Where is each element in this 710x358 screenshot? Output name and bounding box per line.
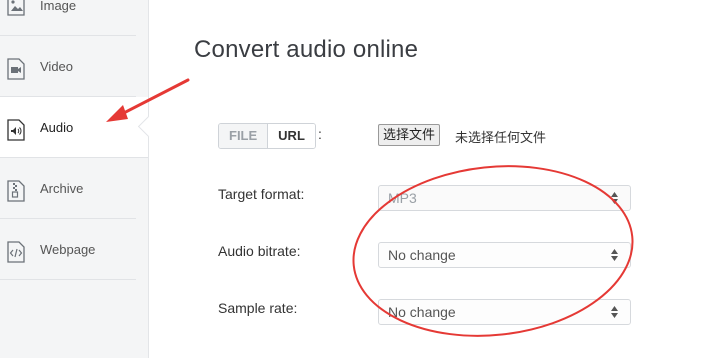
source-colon: : — [318, 126, 322, 142]
source-tabs: FILE URL — [218, 123, 316, 149]
sidebar-item-label: Video — [40, 58, 74, 74]
sidebar-item-archive[interactable]: Archive — [0, 158, 136, 219]
sidebar-item-video[interactable]: Video — [0, 36, 136, 97]
tab-url[interactable]: URL — [267, 124, 315, 148]
audio-bitrate-select[interactable]: No change — [378, 242, 631, 268]
page-title: Convert audio online — [194, 36, 419, 63]
sidebar-item-image[interactable]: Image — [0, 0, 136, 36]
image-file-icon — [7, 0, 25, 16]
sidebar-item-webpage[interactable]: Webpage — [0, 219, 136, 280]
select-arrows-icon — [611, 305, 618, 319]
audio-bitrate-label: Audio bitrate: — [218, 243, 301, 259]
select-value: No change — [388, 247, 456, 263]
file-status-text: 未选择任何文件 — [455, 130, 547, 145]
audio-file-icon — [7, 119, 25, 141]
sidebar-item-label: Audio — [40, 119, 74, 135]
archive-file-icon — [7, 180, 25, 202]
select-value: No change — [388, 304, 456, 320]
select-arrows-icon — [611, 191, 618, 205]
tab-file[interactable]: FILE — [219, 124, 268, 148]
sample-rate-label: Sample rate: — [218, 300, 298, 316]
choose-file-button[interactable]: 选择文件 — [378, 124, 441, 146]
select-arrows-icon — [611, 248, 618, 262]
target-format-label: Target format: — [218, 186, 305, 202]
video-file-icon — [7, 58, 25, 80]
sample-rate-select[interactable]: No change — [378, 299, 631, 325]
sidebar-item-audio[interactable]: Audio — [0, 97, 148, 158]
sidebar: Image Video Audio Archive Webpage — [0, 0, 149, 358]
sidebar-item-label: Archive — [40, 180, 84, 196]
code-file-icon — [7, 241, 25, 263]
sidebar-item-label: Webpage — [40, 241, 96, 257]
target-format-select[interactable]: MP3 — [378, 185, 631, 211]
select-value: MP3 — [388, 190, 417, 206]
sidebar-item-label: Image — [40, 0, 77, 13]
